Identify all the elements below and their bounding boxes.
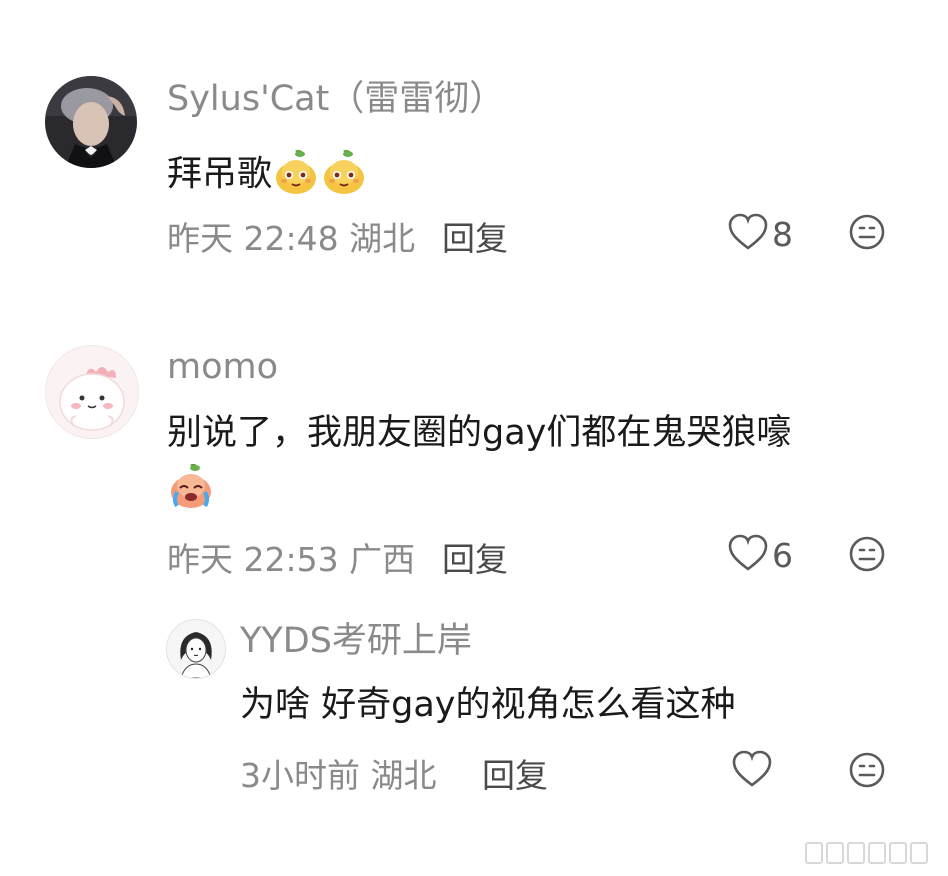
- comment-text: 拜吊歌: [167, 148, 368, 203]
- timestamp: 昨天 22:53: [167, 540, 339, 579]
- location: 湖北: [349, 219, 416, 258]
- reply-button[interactable]: 回复: [442, 222, 508, 255]
- username[interactable]: Sylus'Cat（雷雷彻）: [167, 82, 504, 117]
- reply-text: 为啥 好奇gay的视角怎么看这种: [240, 685, 736, 725]
- comment-text: 别说了，我朋友圈的gay们都在鬼哭狼嚎: [167, 413, 792, 453]
- username[interactable]: momo: [167, 350, 278, 385]
- like-button[interactable]: 6: [728, 534, 793, 576]
- heart-icon: [728, 534, 768, 576]
- neutral-face-icon[interactable]: [848, 751, 886, 793]
- location: 湖北: [370, 756, 437, 795]
- timestamp: 3小时前: [240, 756, 360, 795]
- location: 广西: [349, 540, 416, 579]
- like-button[interactable]: 8: [728, 213, 793, 255]
- like-count: 8: [772, 214, 793, 254]
- avatar[interactable]: [45, 76, 137, 168]
- neutral-face-icon[interactable]: [848, 535, 886, 577]
- pear-smug-emoji: [320, 148, 368, 203]
- avatar[interactable]: [166, 619, 226, 679]
- reply-button[interactable]: 回复: [482, 759, 548, 792]
- pear-smug-emoji: [272, 148, 320, 203]
- comment-text-content: 拜吊歌: [167, 154, 273, 195]
- reply-button[interactable]: 回复: [442, 543, 508, 576]
- timestamp: 昨天 22:48: [167, 219, 339, 258]
- username[interactable]: YYDS考研上岸: [240, 624, 472, 659]
- heart-icon: [732, 750, 772, 792]
- neutral-face-icon[interactable]: [848, 213, 886, 255]
- pear-crying-emoji: [167, 462, 215, 517]
- avatar[interactable]: [45, 345, 139, 439]
- comment-meta: 昨天 22:48 湖北: [167, 222, 415, 255]
- reply-meta: 3小时前 湖北: [240, 759, 437, 792]
- comment-emoji-line: [167, 462, 215, 517]
- heart-icon: [728, 213, 768, 255]
- comment-meta: 昨天 22:53 广西: [167, 543, 415, 576]
- like-count: 6: [772, 535, 793, 575]
- watermark-icon: [805, 842, 928, 864]
- like-button[interactable]: [732, 750, 776, 792]
